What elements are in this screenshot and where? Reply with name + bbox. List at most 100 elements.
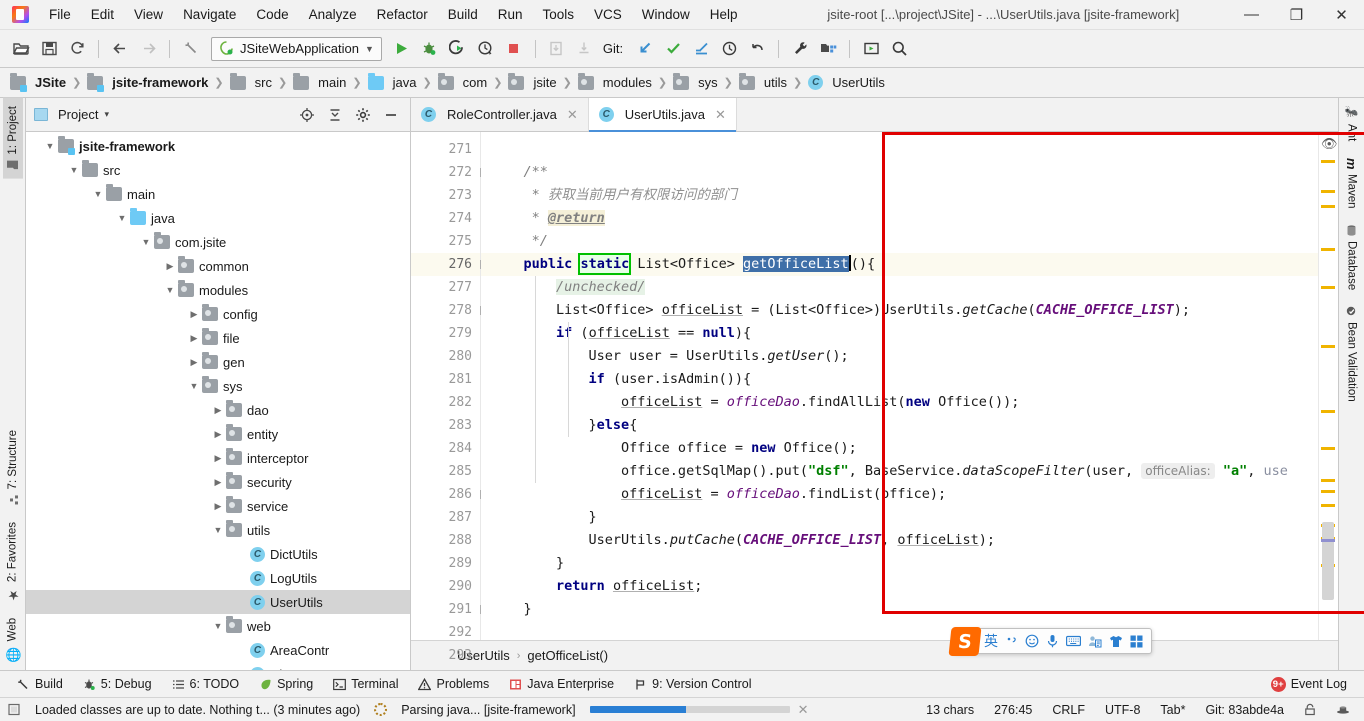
code-line[interactable]: * 获取当前用户有权限访问的部门	[481, 184, 1318, 207]
analysis-stripe[interactable]: 👁	[1318, 132, 1338, 640]
run-anything-icon[interactable]	[858, 36, 884, 62]
tree-node[interactable]: ▶CDictUtils	[26, 542, 410, 566]
breadcrumb-item-utils[interactable]: utils	[735, 72, 791, 92]
menu-item-window[interactable]: Window	[632, 3, 700, 26]
line-number[interactable]: 276−	[411, 253, 489, 276]
warning-marker[interactable]	[1321, 190, 1335, 193]
code-line[interactable]	[481, 621, 1318, 640]
editor-gutter[interactable]: 271272−273274275276−277278−2792802812822…	[411, 132, 489, 663]
project-structure-icon[interactable]	[815, 36, 841, 62]
sidebar-item-structure[interactable]: 7: Structure	[3, 422, 23, 513]
code-line[interactable]: if (user.isAdmin()){	[481, 368, 1318, 391]
stop-icon[interactable]	[501, 36, 527, 62]
bottom-item-terminal[interactable]: Terminal	[324, 674, 407, 694]
line-number[interactable]: 284	[411, 437, 480, 460]
line-number[interactable]: 272−	[411, 161, 489, 184]
warning-marker[interactable]	[1321, 410, 1335, 413]
chevron-right-icon[interactable]: ▶	[210, 477, 226, 488]
menu-item-refactor[interactable]: Refactor	[367, 3, 438, 26]
menu-item-analyze[interactable]: Analyze	[299, 3, 367, 26]
warning-marker[interactable]	[1321, 248, 1335, 251]
code-line[interactable]: User user = UserUtils.getUser();	[481, 345, 1318, 368]
warning-marker[interactable]	[1321, 160, 1335, 163]
chevron-down-icon[interactable]: ▼	[90, 189, 106, 199]
file-encoding[interactable]: UTF-8	[1099, 702, 1146, 718]
tree-node[interactable]: ▼ modules	[26, 278, 410, 302]
line-number[interactable]: 279	[411, 322, 480, 345]
menu-item-edit[interactable]: Edit	[81, 3, 124, 26]
code-line[interactable]: * @return	[481, 207, 1318, 230]
tree-node[interactable]: ▶CDictContro	[26, 662, 410, 670]
search-everywhere-icon[interactable]	[886, 36, 912, 62]
code-line[interactable]: if (officeList == null){	[481, 322, 1318, 345]
code-line[interactable]: officeList = officeDao.findAllList(new O…	[481, 391, 1318, 414]
code-line[interactable]: }	[481, 598, 1318, 621]
tree-node[interactable]: ▶ interceptor	[26, 446, 410, 470]
git-branch-widget[interactable]: Git: 83abde4a	[1199, 702, 1290, 718]
line-number[interactable]: 271	[411, 138, 480, 161]
tree-node[interactable]: ▶CUserUtils	[26, 590, 410, 614]
warning-marker[interactable]	[1321, 345, 1335, 348]
inspection-eye-icon[interactable]: 👁	[1321, 136, 1338, 152]
project-scope-dropdown-icon[interactable]: ▾	[104, 109, 109, 120]
undo-hammer-icon[interactable]	[178, 36, 204, 62]
sidebar-item-project[interactable]: 1: Project	[2, 98, 23, 179]
code-line[interactable]: List<Office> officeList = (List<Office>)…	[481, 299, 1318, 322]
line-number[interactable]: 273	[411, 184, 480, 207]
code-line[interactable]: }else{	[481, 414, 1318, 437]
line-number[interactable]: 275	[411, 230, 480, 253]
skin-icon[interactable]	[1109, 635, 1123, 648]
caret-position[interactable]: 276:45	[988, 702, 1038, 718]
chevron-right-icon[interactable]: ▶	[210, 501, 226, 512]
git-pull-icon[interactable]	[632, 36, 658, 62]
user-phrase-icon[interactable]	[1088, 635, 1102, 648]
chevron-right-icon[interactable]: ▶	[210, 453, 226, 464]
tree-node[interactable]: ▶CAreaContr	[26, 638, 410, 662]
breadcrumb-item-sys[interactable]: sys	[669, 72, 722, 92]
code-line[interactable]: officeList = officeDao.findList(office);	[481, 483, 1318, 506]
punctuation-icon[interactable]	[1005, 635, 1018, 648]
line-number[interactable]: 292	[411, 621, 480, 644]
tree-node[interactable]: ▶ file	[26, 326, 410, 350]
breadcrumb-method[interactable]: getOfficeList()	[527, 648, 608, 663]
profile-icon[interactable]	[473, 36, 499, 62]
run-configuration-selector[interactable]: JSiteWebApplication ▼	[211, 36, 382, 61]
tree-node[interactable]: ▶ common	[26, 254, 410, 278]
menu-item-help[interactable]: Help	[700, 3, 748, 26]
tree-node[interactable]: ▼ jsite-framework	[26, 134, 410, 158]
sync-icon[interactable]	[64, 36, 90, 62]
code-line[interactable]: }	[481, 552, 1318, 575]
chevron-down-icon[interactable]: ▼	[186, 381, 202, 391]
run-icon[interactable]	[389, 36, 415, 62]
status-message[interactable]: Loaded classes are up to date. Nothing t…	[29, 702, 366, 718]
chevron-down-icon[interactable]: ▼	[66, 165, 82, 175]
chevron-right-icon[interactable]: ▶	[186, 309, 202, 320]
menu-item-tools[interactable]: Tools	[533, 3, 585, 26]
usage-marker[interactable]	[1321, 539, 1335, 542]
breadcrumb-item-main[interactable]: main	[289, 72, 350, 92]
warning-marker[interactable]	[1321, 205, 1335, 208]
line-number[interactable]: 287	[411, 506, 480, 529]
back-arrow-icon[interactable]	[107, 36, 133, 62]
status-widget-icon[interactable]	[8, 703, 21, 716]
sogou-logo-icon[interactable]: S	[948, 627, 982, 656]
chevron-down-icon[interactable]: ▼	[210, 621, 226, 631]
code-line[interactable]: Office office = new Office();	[481, 437, 1318, 460]
inspection-hat-icon[interactable]	[1330, 702, 1356, 717]
tab-rolecontroller-java[interactable]: C RoleController.java ✕	[411, 98, 589, 131]
breadcrumb-item-jsite-pkg[interactable]: jsite	[504, 72, 560, 92]
cancel-progress-icon[interactable]: ✕	[798, 702, 809, 718]
lock-icon[interactable]	[1298, 702, 1322, 717]
breadcrumb-item-userutils[interactable]: C UserUtils	[804, 73, 889, 92]
tab-userutils-java[interactable]: C UserUtils.java ✕	[588, 98, 737, 132]
close-icon[interactable]: ✕	[715, 107, 726, 123]
git-push-icon[interactable]	[688, 36, 714, 62]
voice-input-icon[interactable]	[1046, 634, 1059, 648]
code-line[interactable]: /unchecked/	[481, 276, 1318, 299]
sidebar-item-favorites[interactable]: ★ 2: Favorites	[1, 514, 24, 610]
run-coverage-icon[interactable]	[445, 36, 471, 62]
toolbox-icon[interactable]	[1130, 635, 1143, 648]
menu-item-run[interactable]: Run	[488, 3, 533, 26]
chevron-down-icon[interactable]: ▼	[365, 44, 374, 54]
chevron-right-icon[interactable]: ▶	[186, 333, 202, 344]
